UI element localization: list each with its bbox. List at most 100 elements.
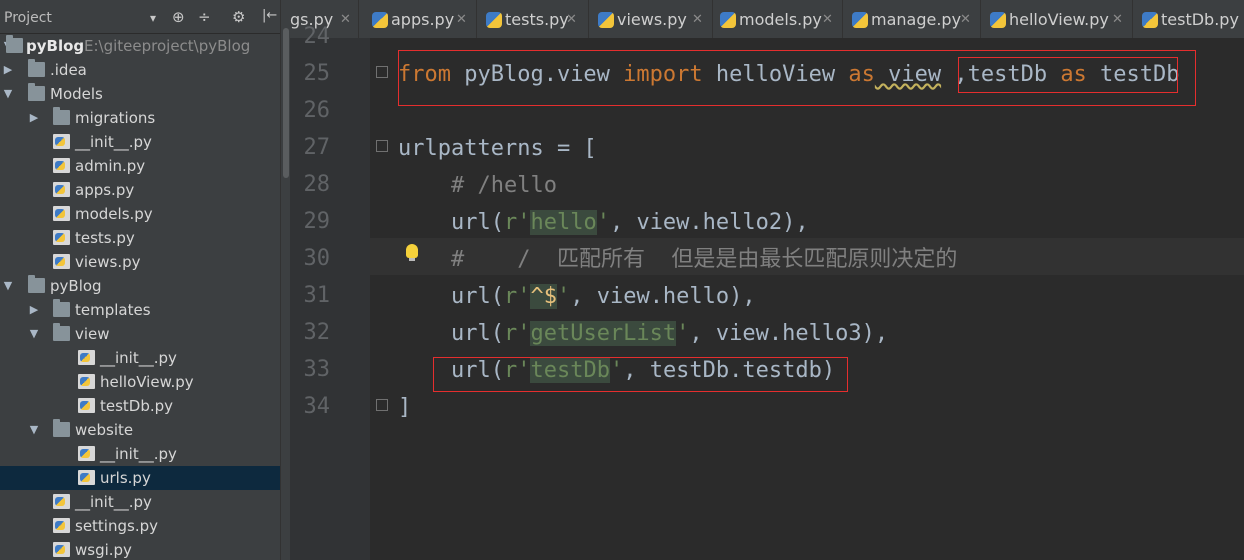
tab-views[interactable]: views.py ✕ [592, 0, 713, 38]
tree-item-file[interactable]: views.py [0, 250, 280, 274]
tree-item-label: models.py [75, 205, 153, 223]
tab-label: models.py [739, 10, 822, 29]
tree-item-idea[interactable]: ▶ .idea [0, 58, 280, 82]
tree-item-label: website [75, 421, 134, 439]
tree-item-file[interactable]: models.py [0, 202, 280, 226]
tree-item-website-folder[interactable]: ▼ website [0, 418, 280, 442]
tree-item-models-folder[interactable]: ▼ Models [0, 82, 280, 106]
chevron-down-icon[interactable]: ▼ [2, 82, 14, 106]
close-icon[interactable]: ✕ [456, 0, 467, 40]
code-line-34: ] [398, 395, 412, 420]
tree-item-file[interactable]: testDb.py [0, 394, 280, 418]
tree-item-label: pyBlog [26, 37, 85, 55]
tree-item-file[interactable]: settings.py [0, 514, 280, 538]
tree-item-file[interactable]: admin.py [0, 154, 280, 178]
tree-item-label: pyBlog [50, 277, 102, 295]
tree-item-label: views.py [75, 253, 141, 271]
code-token: , view.hello2), [609, 210, 809, 235]
scrollbar-thumb[interactable] [283, 28, 289, 178]
chevron-right-icon[interactable]: ▶ [28, 298, 40, 322]
string-token: ' [676, 321, 690, 346]
locate-icon[interactable]: ⊕ [172, 8, 185, 26]
chevron-down-icon[interactable]: ▾ [150, 11, 156, 25]
project-panel-title[interactable]: Project [4, 10, 52, 26]
tab-label: helloView.py [1009, 10, 1109, 29]
tab-apps[interactable]: apps.py ✕ [366, 0, 477, 38]
close-icon[interactable]: ✕ [566, 0, 577, 40]
string-token: r' [503, 284, 531, 309]
python-file-icon [78, 470, 95, 485]
tree-item-label: migrations [75, 109, 156, 127]
code-line-32: url(r'getUserList', view.hello3), [398, 315, 888, 352]
tree-item-file[interactable]: __init__.py [0, 442, 280, 466]
python-file-icon [852, 12, 868, 28]
folder-icon [53, 299, 70, 317]
tab-label: views.py [617, 10, 687, 29]
tree-item-label: __init__.py [75, 493, 152, 511]
string-token: r' [503, 210, 531, 235]
tree-item-view-folder[interactable]: ▼ view [0, 322, 280, 346]
close-icon[interactable]: ✕ [692, 0, 703, 40]
folder-icon [28, 275, 45, 293]
python-file-icon [990, 12, 1006, 28]
tree-item-file[interactable]: __init__.py [0, 130, 280, 154]
tree-item-project-root[interactable]: ▼ pyBlog E:\giteeproject\pyBlog [0, 34, 280, 58]
python-file-icon [53, 134, 70, 149]
tree-item-migrations[interactable]: ▶ migrations [0, 106, 280, 130]
chevron-down-icon[interactable]: ▼ [2, 274, 14, 298]
close-icon[interactable]: ✕ [1112, 0, 1123, 40]
regex-token: getUserList [530, 321, 677, 346]
chevron-right-icon[interactable]: ▶ [2, 58, 14, 82]
code-editor[interactable]: from pyBlog.view import helloView as vie… [370, 38, 1244, 560]
python-file-icon [78, 350, 95, 365]
python-file-icon [53, 230, 70, 245]
tree-item-file[interactable]: __init__.py [0, 490, 280, 514]
tab-helloview[interactable]: helloView.py ✕ [984, 0, 1133, 38]
regex-token: ^$ [530, 284, 557, 309]
project-path: E:\giteeproject\pyBlog [84, 37, 251, 55]
chevron-down-icon[interactable]: ▼ [28, 322, 40, 346]
string-token: r' [503, 321, 531, 346]
python-file-icon [53, 206, 70, 221]
annotation-box-testdb-import [958, 57, 1178, 93]
tree-item-file[interactable]: helloView.py [0, 370, 280, 394]
tree-item-pyblog-folder[interactable]: ▼ pyBlog [0, 274, 280, 298]
tree-item-templates[interactable]: ▶ templates [0, 298, 280, 322]
tree-item-label: view [75, 325, 110, 343]
tree-item-label: templates [75, 301, 151, 319]
python-file-icon [53, 254, 70, 269]
python-file-icon [720, 12, 736, 28]
python-file-icon [53, 182, 70, 197]
tab-label: tests.py [505, 10, 569, 29]
chevron-right-icon[interactable]: ▶ [28, 106, 40, 130]
close-icon[interactable]: ✕ [340, 0, 351, 40]
code-token: url( [398, 321, 504, 346]
tab-label: apps.py [391, 10, 455, 29]
tree-item-label: apps.py [75, 181, 135, 199]
regex-token: hello [530, 210, 597, 235]
code-line-30: # / 匹配所有 但是是由最长匹配原则决定的 [398, 247, 958, 272]
string-token: ' [556, 284, 571, 309]
project-panel-header: Project ▾ ⊕ ÷ ⚙ |← [0, 0, 280, 34]
close-icon[interactable]: ✕ [960, 0, 971, 40]
chevron-down-icon[interactable]: ▼ [28, 418, 40, 442]
python-file-icon [53, 542, 70, 557]
tab-models[interactable]: models.py ✕ [714, 0, 843, 38]
tree-item-file-selected[interactable]: urls.py [0, 466, 280, 490]
close-icon[interactable]: ✕ [822, 0, 833, 40]
line-number: 29 [303, 209, 331, 234]
tab-manage[interactable]: manage.py ✕ [846, 0, 981, 38]
python-file-icon [53, 158, 70, 173]
hide-panel-icon[interactable]: |← [262, 8, 277, 23]
tree-item-file[interactable]: wsgi.py [0, 538, 280, 560]
line-number: 25 [303, 61, 331, 86]
collapse-all-icon[interactable]: ÷ [198, 8, 211, 26]
code-line-29: url(r'hello', view.hello2), [398, 204, 809, 241]
tree-item-file[interactable]: apps.py [0, 178, 280, 202]
tab-testdb[interactable]: testDb.py [1136, 0, 1244, 38]
python-file-icon [78, 398, 95, 413]
tab-tests[interactable]: tests.py ✕ [480, 0, 589, 38]
tree-item-file[interactable]: tests.py [0, 226, 280, 250]
gear-icon[interactable]: ⚙ [232, 8, 245, 26]
tree-item-file[interactable]: __init__.py [0, 346, 280, 370]
